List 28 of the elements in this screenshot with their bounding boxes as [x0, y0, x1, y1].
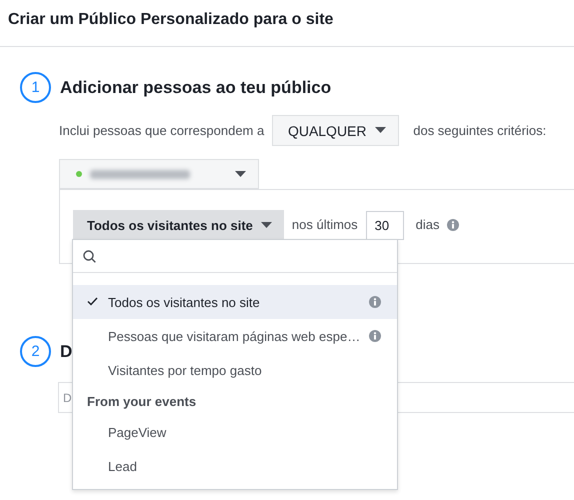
caret-icon [235, 170, 246, 178]
menu-option[interactable]: Visitantes por tempo gasto [73, 353, 397, 387]
menu-section-header: From your events [86, 392, 198, 411]
pixel-dropdown[interactable] [59, 159, 259, 189]
step-title: D [60, 342, 72, 362]
period-label: nos últimos [292, 216, 358, 234]
match-dropdown[interactable]: QUALQUER [272, 115, 400, 146]
step-number: 1 [20, 72, 51, 103]
menu-option[interactable]: PageView [73, 415, 397, 449]
days-field[interactable]: 30 [366, 211, 404, 240]
unit-label: dias [416, 216, 440, 234]
page-title: Criar um Público Personalizado para o site [8, 11, 334, 29]
info-icon[interactable] [446, 219, 459, 231]
menu-option[interactable]: Lead [73, 449, 397, 483]
menu-option[interactable]: Pessoas que visitaram páginas web espe… [73, 319, 397, 353]
check-icon [87, 297, 98, 306]
source-dropdown[interactable]: Todos os visitantes no site [73, 210, 284, 240]
info-icon[interactable] [369, 296, 381, 308]
info-icon[interactable] [369, 330, 381, 342]
criteria-label: dos seguintes critérios: [413, 123, 546, 138]
search-icon [83, 250, 96, 262]
step-title: Adicionar pessoas ao teu público [60, 78, 332, 98]
caret-icon [260, 222, 272, 228]
criteria-label: Inclui pessoas que correspondem a [59, 123, 264, 138]
caret-icon [374, 127, 386, 134]
menu-option[interactable]: Todos os visitantes no site [73, 285, 397, 319]
status-dot-icon [76, 171, 82, 177]
step-number: 2 [20, 336, 51, 367]
